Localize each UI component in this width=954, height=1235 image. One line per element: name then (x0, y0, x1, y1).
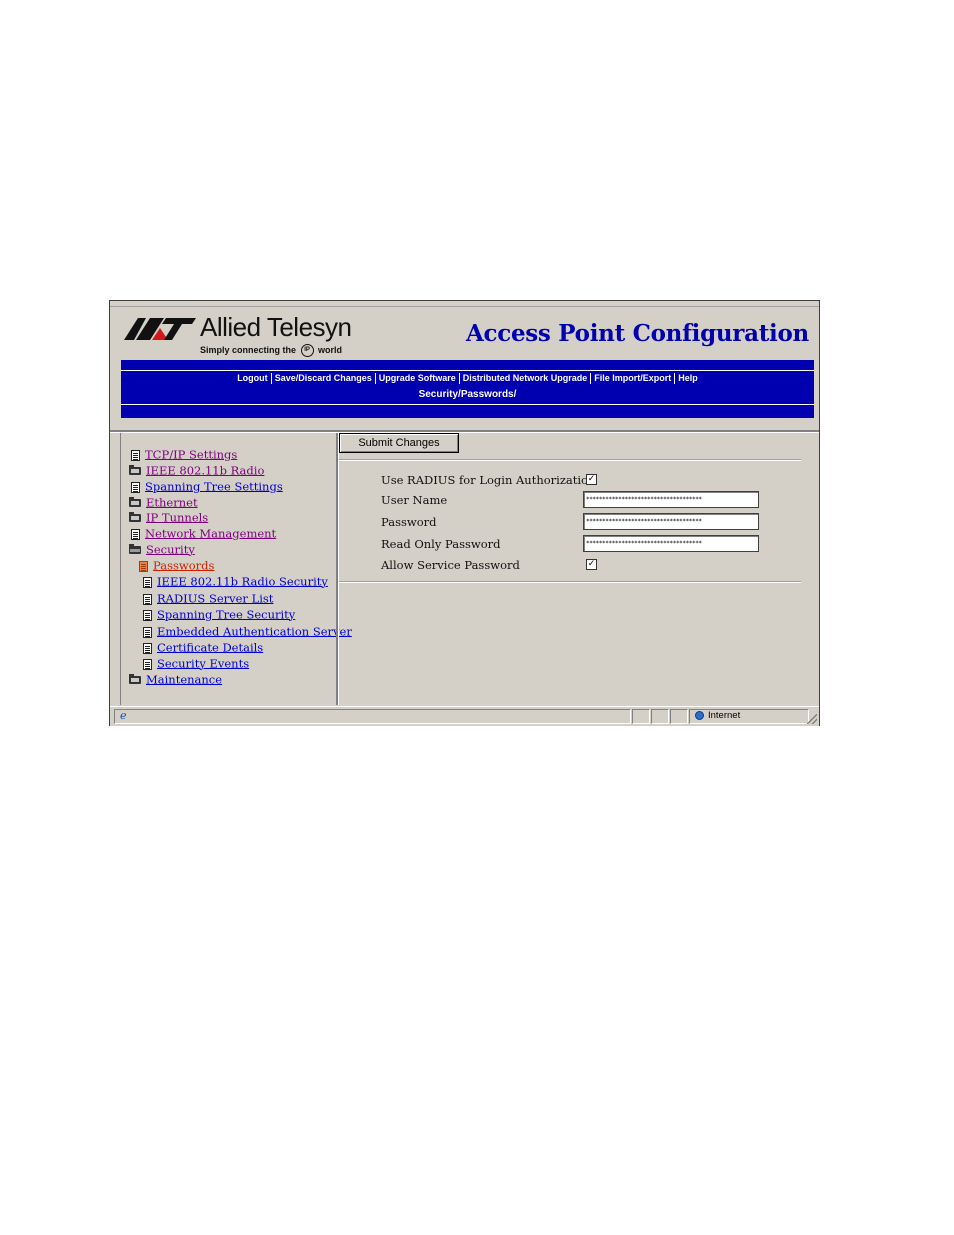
page-icon (131, 528, 140, 540)
form-divider (339, 459, 801, 461)
page-icon (143, 593, 152, 605)
page-icon (131, 481, 140, 493)
folder-icon (129, 497, 141, 507)
sidebar-item-label: Security (146, 542, 195, 557)
security-zone: Internet (695, 710, 740, 721)
sidebar-item-label: TCP/IP Settings (145, 447, 238, 462)
sidebar-item-certificate-details[interactable]: Certificate Details (143, 640, 263, 655)
page-icon (143, 609, 152, 621)
page-icon (143, 658, 152, 670)
allow-service-password-checkbox[interactable]: ✓ (586, 559, 597, 570)
page-icon (143, 626, 152, 638)
selected-page-icon (139, 560, 148, 572)
sidebar-item-label: Network Management (145, 526, 277, 541)
sidebar-item-ethernet[interactable]: Ethernet (129, 495, 198, 510)
sidebar-item-label: Passwords (153, 558, 215, 573)
status-panel (670, 709, 688, 724)
sidebar-item-radius-server-list[interactable]: RADIUS Server List (143, 591, 273, 606)
nav-rule-bottom (121, 404, 814, 405)
sidebar-item-ieee-radio[interactable]: IEEE 802.11b Radio (129, 463, 264, 478)
navigation-bar: Logout Save/Discard Changes Upgrade Softwa… (121, 360, 814, 418)
folder-icon (129, 674, 141, 684)
sidebar-item-spanning-tree-settings[interactable]: Spanning Tree Settings (131, 479, 283, 494)
page-header: Allied Telesyn Simply connecting the IP … (110, 306, 819, 357)
sidebar-item-tcpip-settings[interactable]: TCP/IP Settings (131, 447, 237, 462)
sidebar-item-maintenance[interactable]: Maintenance (129, 672, 222, 687)
status-panel (651, 709, 669, 724)
breadcrumb: Security/Passwords/ (418, 389, 517, 400)
sidebar-item-label: Embedded Authentication Server (157, 624, 352, 639)
nav-logout[interactable]: Logout (234, 373, 271, 383)
page-title: Access Point Configuration (466, 320, 809, 347)
submit-changes-button[interactable]: Submit Changes (339, 433, 459, 453)
page-icon (143, 642, 152, 654)
browser-status-bar: ℯ Internet (110, 706, 819, 726)
sidebar-item-label: IEEE 802.11b Radio (146, 463, 265, 478)
read-only-password-field[interactable]: ************************************ (583, 535, 759, 552)
resize-grip-icon[interactable] (807, 714, 817, 724)
sidebar-item-radio-security[interactable]: IEEE 802.11b Radio Security (143, 574, 328, 589)
tagline-pre: Simply connecting the (200, 344, 297, 355)
page-icon (143, 576, 152, 588)
page-icon (131, 449, 140, 461)
sidebar-item-embedded-auth-server[interactable]: Embedded Authentication Server (143, 624, 352, 639)
sidebar-item-label: Maintenance (146, 672, 223, 687)
sidebar-item-label: Certificate Details (157, 640, 264, 655)
at-logo-mark-icon (124, 318, 196, 340)
nav-file-import-export[interactable]: File Import/Export (591, 373, 674, 383)
nav-menu: Logout Save/Discard Changes Upgrade Softwa… (121, 373, 814, 385)
sidebar-item-label: RADIUS Server List (157, 591, 274, 606)
open-folder-icon (129, 544, 141, 554)
ip-circle-icon: IP (300, 344, 314, 357)
folder-icon (129, 512, 141, 522)
use-radius-checkbox[interactable]: ✓ (586, 474, 597, 485)
allow-service-password-label: Allow Service Password (381, 558, 520, 572)
tagline-post: world (318, 344, 343, 355)
zone-label: Internet (708, 710, 741, 721)
sidebar-item-label: Security Events (157, 656, 250, 671)
sidebar-item-spanning-tree-security[interactable]: Spanning Tree Security (143, 607, 295, 622)
nav-distributed-network-upgrade[interactable]: Distributed Network Upgrade (460, 373, 591, 383)
user-name-label: User Name (381, 493, 448, 507)
sidebar-item-network-management[interactable]: Network Management (131, 526, 276, 541)
status-panel (632, 709, 650, 724)
sidebar-item-label: Spanning Tree Security (157, 607, 296, 622)
sidebar-item-label: IEEE 802.11b Radio Security (157, 574, 328, 589)
nav-rule-top (121, 370, 814, 371)
sidebar-item-security[interactable]: Security (129, 542, 195, 557)
brand-tagline: Simply connecting the IP world (200, 344, 342, 357)
folder-icon (129, 465, 141, 475)
allied-telesyn-logo: Allied Telesyn Simply connecting the IP … (124, 312, 364, 357)
sidebar-item-security-events[interactable]: Security Events (143, 656, 249, 671)
globe-icon (695, 710, 704, 720)
user-name-field[interactable]: ************************************ (583, 491, 759, 508)
sidebar-item-label: IP Tunnels (146, 510, 209, 525)
sidebar-item-label: Spanning Tree Settings (145, 479, 283, 494)
brand-name: Allied Telesyn (200, 312, 352, 342)
sidebar-item-label: Ethernet (146, 495, 198, 510)
nav-save-discard-changes[interactable]: Save/Discard Changes (272, 373, 375, 383)
form-divider (339, 581, 801, 583)
read-only-password-label: Read Only Password (381, 537, 501, 551)
password-settings-form: Submit Changes Use RADIUS for Login Auth… (339, 433, 811, 705)
sidebar-tree: TCP/IP Settings IEEE 802.11b Radio Spann… (120, 433, 352, 705)
status-text-panel (114, 709, 631, 724)
nav-upgrade-software[interactable]: Upgrade Software (376, 373, 459, 383)
nav-help[interactable]: Help (675, 373, 701, 383)
sidebar-item-ip-tunnels[interactable]: IP Tunnels (129, 510, 208, 525)
browser-window: Allied Telesyn Simply connecting the IP … (109, 300, 820, 726)
password-label: Password (381, 515, 437, 529)
sidebar-item-passwords[interactable]: Passwords (139, 558, 214, 573)
password-field[interactable]: ************************************ (583, 513, 759, 530)
use-radius-label: Use RADIUS for Login Authorization (381, 473, 596, 487)
